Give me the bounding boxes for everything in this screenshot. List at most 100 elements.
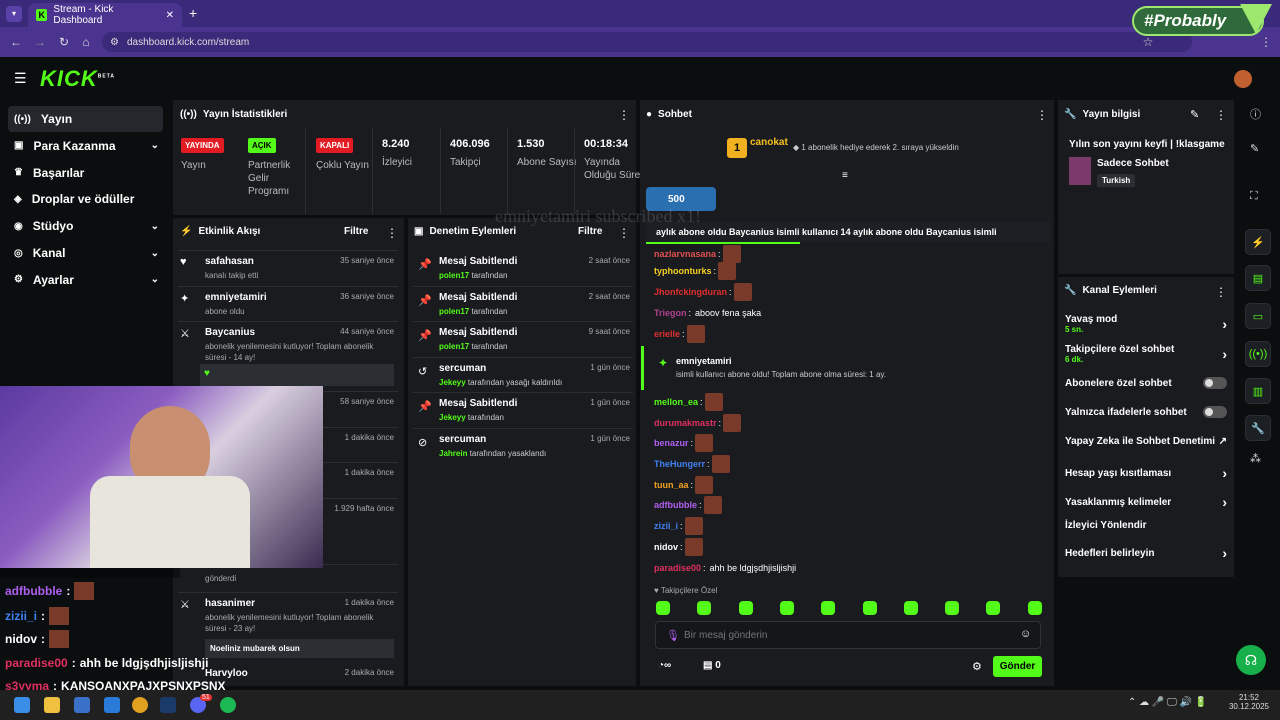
channel-action-1[interactable]: Takipçilere özel sohbet 6 dk. › — [1065, 344, 1227, 364]
sidebar-item-st-dyo[interactable]: ◉ Stüdyo ⌄ — [8, 213, 163, 239]
tray-icons[interactable]: ⌃ ☁ 🎤 🖵 🔊 🔋 — [1128, 697, 1207, 708]
sidebar-item-para-kazanma[interactable]: ▣ Para Kazanma ⌄ — [8, 133, 163, 159]
clock[interactable]: 21:52 30.12.2025 — [1228, 693, 1270, 711]
external-link-icon[interactable]: ↗ — [1219, 436, 1227, 447]
chevron-down-icon[interactable]: ⌄ — [151, 221, 159, 232]
chat-username[interactable]: Triegon — [654, 308, 687, 318]
emote-icon[interactable] — [903, 601, 918, 615]
collapse-icon[interactable]: ≡ — [842, 170, 848, 181]
emote-icon[interactable] — [656, 601, 670, 615]
chat-username[interactable]: Jhonfckingduran — [654, 287, 727, 297]
chat-username[interactable]: paradise00 — [654, 563, 701, 573]
chat-username[interactable]: benazur — [654, 438, 689, 448]
reload-icon[interactable]: ↻ — [56, 34, 72, 50]
site-info-icon[interactable]: ⚙ — [110, 37, 119, 48]
emote-icon[interactable] — [821, 601, 836, 615]
sidebar-item-ba-ar-lar[interactable]: ♛ Başarılar — [8, 160, 163, 186]
connections-icon[interactable]: ⁂ — [1250, 452, 1261, 465]
windows-start-icon[interactable] — [14, 697, 30, 713]
chat-username[interactable]: erielle — [654, 329, 680, 339]
address-bar[interactable]: ⚙ dashboard.kick.com/stream — [102, 32, 1192, 52]
sidebar-item-yay-n[interactable]: ((•)) Yayın — [8, 106, 163, 132]
browser-tab[interactable]: K Stream - Kick Dashboard ✕ — [28, 3, 182, 27]
emote-icon[interactable] — [738, 601, 753, 615]
chat-username[interactable]: mellon_ea — [654, 397, 698, 407]
chat-username[interactable]: durumakmastr — [654, 418, 717, 428]
sidebar-item-ayarlar[interactable]: ⚙ Ayarlar ⌄ — [8, 267, 163, 293]
toggle-switch[interactable] — [1203, 377, 1227, 389]
chat-menu-icon[interactable]: ⋮ — [1036, 108, 1048, 122]
emote-icon[interactable] — [779, 601, 794, 615]
edit-pencil-icon[interactable]: ✎ — [1190, 108, 1199, 121]
bookmark-star-icon[interactable]: ☆ — [1140, 34, 1156, 50]
chat-settings-gear-icon[interactable]: ⚙ — [972, 660, 982, 673]
channel-actions-menu-icon[interactable]: ⋮ — [1215, 285, 1227, 299]
steam-icon[interactable] — [160, 697, 176, 713]
menu-kebab-icon[interactable]: ⋮ — [1258, 34, 1274, 50]
bolt-rail-icon[interactable]: ⚡ — [1245, 229, 1271, 255]
sidebar-item-droplar-ve-d-ller[interactable]: ◈ Droplar ve ödüller — [8, 186, 163, 212]
outlook-icon[interactable] — [104, 697, 120, 713]
chevron-right-icon[interactable]: › — [1222, 545, 1227, 561]
chat-input[interactable] — [684, 626, 1004, 644]
channel-action-8[interactable]: Hedefleri belirleyin › — [1065, 545, 1227, 561]
layout-icon[interactable]: ▥ — [1245, 378, 1271, 404]
chat-username[interactable]: TheHungerr — [654, 459, 705, 469]
emote-icon[interactable] — [862, 601, 877, 615]
emote-icon[interactable] — [697, 601, 712, 615]
tool-icon[interactable]: 🔧 — [1245, 415, 1271, 441]
store-icon[interactable] — [74, 697, 90, 713]
toggle-switch[interactable] — [1203, 406, 1227, 418]
channel-action-4[interactable]: Yapay Zeka ile Sohbet Denetimi ↗ — [1065, 436, 1227, 447]
close-tab-icon[interactable]: ✕ — [166, 10, 174, 21]
emote-icon[interactable] — [945, 601, 960, 615]
emoji-icon[interactable]: ☺ — [1020, 628, 1031, 640]
avatar[interactable] — [1234, 70, 1252, 88]
notes-icon[interactable]: ▤ — [1245, 265, 1271, 291]
emote-icon[interactable] — [1027, 601, 1042, 615]
chat-username[interactable]: tuun_aa — [654, 480, 689, 490]
mic-icon[interactable]: 🎙 — [666, 629, 680, 642]
moderation-menu-icon[interactable]: ⋮ — [618, 226, 630, 240]
chevron-down-icon[interactable]: ⌄ — [151, 248, 159, 259]
pencil-icon[interactable]: ✎ — [1250, 142, 1259, 155]
support-headset-icon[interactable]: ☊ — [1236, 645, 1266, 675]
chevron-right-icon[interactable]: › — [1222, 346, 1227, 362]
tab-search-button[interactable]: ▾ — [6, 6, 22, 22]
channel-action-7[interactable]: İzleyici Yönlendir — [1065, 520, 1227, 531]
chevron-right-icon[interactable]: › — [1222, 316, 1227, 332]
chrome-icon[interactable] — [132, 697, 148, 713]
chat-username[interactable]: typhoonturks — [654, 266, 712, 276]
chat-username[interactable]: adfbubble — [654, 500, 697, 510]
chat-rail-icon[interactable]: ▭ — [1245, 303, 1271, 329]
sidebar-item-kanal[interactable]: ◎ Kanal ⌄ — [8, 240, 163, 266]
home-icon[interactable]: ⌂ — [78, 34, 94, 50]
broadcast-icon[interactable]: ((•)) — [1245, 341, 1271, 367]
forward-icon[interactable]: → — [32, 34, 48, 50]
activity-menu-icon[interactable]: ⋮ — [386, 226, 398, 240]
channel-action-3[interactable]: Yalnızca ifadelerle sohbet — [1065, 406, 1227, 418]
chevron-down-icon[interactable]: ⌄ — [151, 140, 159, 151]
stream-info-menu-icon[interactable]: ⋮ — [1215, 108, 1227, 122]
info-icon[interactable]: ⓘ — [1250, 106, 1261, 122]
back-icon[interactable]: ← — [8, 34, 24, 50]
chat-username[interactable]: zizii_i — [654, 521, 678, 531]
chevron-down-icon[interactable]: ⌄ — [151, 274, 159, 285]
chat-username[interactable]: nazlarvnasana — [654, 249, 716, 259]
hamburger-menu-icon[interactable]: ☰ — [14, 70, 27, 87]
channel-action-0[interactable]: Yavaş mod 5 sn. › — [1065, 314, 1227, 334]
file-explorer-icon[interactable] — [44, 697, 60, 713]
stats-menu-icon[interactable]: ⋮ — [618, 108, 630, 122]
chevron-right-icon[interactable]: › — [1222, 494, 1227, 510]
emote-icon[interactable] — [986, 601, 1001, 615]
channel-action-5[interactable]: Hesap yaşı kısıtlaması › — [1065, 465, 1227, 481]
chat-username[interactable]: nidov — [654, 542, 678, 552]
chevron-right-icon[interactable]: › — [1222, 465, 1227, 481]
moderation-filter-button[interactable]: Filtre — [578, 226, 602, 237]
activity-filter-button[interactable]: Filtre — [344, 226, 368, 237]
spotify-icon[interactable] — [220, 697, 236, 713]
kick-logo[interactable]: KICKBETA — [40, 66, 115, 92]
channel-action-6[interactable]: Yasaklanmış kelimeler › — [1065, 494, 1227, 510]
focus-icon[interactable]: ⛶ — [1250, 190, 1258, 203]
viewers-icon[interactable]: ◔∞ — [658, 660, 671, 671]
